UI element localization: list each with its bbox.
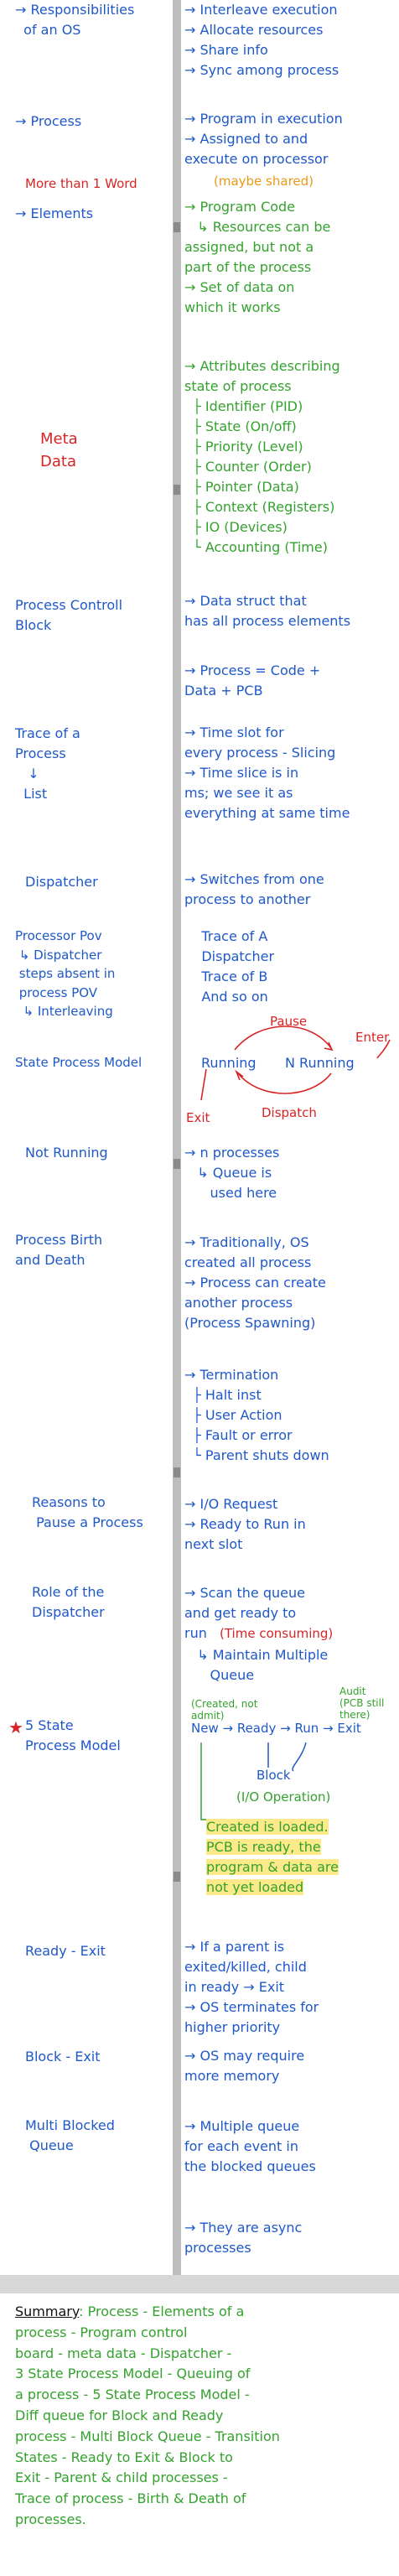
margin-mark [174,222,180,232]
topic-trace: Trace of a Process ↓ List [15,725,80,802]
topic-five-state-model: 5 State Process Model [25,1717,121,1753]
topic-processor-pov: Processor Pov ↳ Dispatcher steps absent … [15,928,116,1019]
note-process-formula: → Process = Code + Data + PCB [184,662,321,699]
topic-block-exit: Block - Exit [25,2049,101,2064]
topic-dispatcher-role: Role of the Dispatcher [32,1584,105,1620]
page-separator [0,2275,399,2293]
note-multi-queue: → Multiple queue for each event in the b… [184,2118,316,2174]
note-trace-sequence: Trace of A Dispatcher Trace of B And so … [201,928,275,1005]
topic-not-running: Not Running [25,1145,108,1161]
topic-meta-data: Meta Data [40,430,78,470]
margin-mark [174,1467,180,1478]
summary-block: Summary: Process - Elements of a process… [15,2302,384,2531]
state-transition-arrows [200,1026,391,1101]
note-attributes: → Attributes describing state of process… [184,358,340,555]
five-state-highlight-note: Created is loaded. PCB is ready, the pro… [206,1819,339,1895]
topic-more-than-one-word: More than 1 Word [25,176,137,191]
note-dispatcher-switch: → Switches from one process to another [184,871,324,907]
topic-elements: → Elements [15,205,94,221]
topic-state-process-model: State Process Model [15,1055,142,1070]
topic-birth-death: Process Birth and Death [15,1232,103,1268]
note-termination: → Termination ├ Halt inst ├ User Action … [184,1367,329,1463]
margin-mark [174,1872,180,1882]
five-state-created-note: (Created, not admit) [191,1698,262,1722]
topic-dispatcher: Dispatcher [25,874,98,890]
note-ready-exit: → If a parent is exited/killed, child in… [184,1939,319,2035]
topic-pcb: Process Controll Block [15,597,123,633]
five-state-arrows [200,1742,307,1820]
note-pause-reasons: → I/O Request → Ready to Run in next slo… [184,1496,306,1552]
margin-mark [174,485,180,495]
topic-process: → Process [15,113,82,129]
note-birth: → Traditionally, OS created all process … [184,1234,326,1331]
topic-responsibilities: → Responsibilities of an OS [15,2,135,38]
note-process-definition: → Program in execution → Assigned to and… [184,111,343,167]
note-elements: → Program Code ↳ Resources can be assign… [184,199,331,315]
note-os-responsibilities: → Interleave execution → Allocate resour… [184,2,339,78]
note-time-consuming: (Time consuming) [220,1626,334,1641]
summary-body: : Process - Elements of a process - Prog… [15,2303,280,2527]
topic-multi-blocked: Multi Blocked Queue [25,2117,115,2153]
topic-ready-exit: Ready - Exit [25,1943,106,1959]
note-multiple-queue: ↳ Maintain Multiple Queue [197,1647,329,1683]
note-maybe-shared: (maybe shared) [214,174,314,189]
important-star-icon: ★ [8,1717,23,1737]
five-state-audit-note: Audit (PCB still there) [339,1685,385,1721]
margin-rule [173,0,181,2275]
topic-pause-reasons: Reasons to Pause a Process [32,1494,143,1530]
five-state-transition-line: New → Ready → Run → Exit [191,1721,361,1736]
note-time-slicing: → Time slot for every process - Slicing … [184,724,350,821]
note-not-running-queue: → n processes ↳ Queue is used here [184,1145,280,1201]
summary-title: Summary [15,2303,80,2319]
note-async: → They are async processes [184,2220,303,2256]
note-block-exit: → OS may require more memory [184,2048,305,2084]
note-pcb: → Data struct that has all process eleme… [184,593,351,629]
